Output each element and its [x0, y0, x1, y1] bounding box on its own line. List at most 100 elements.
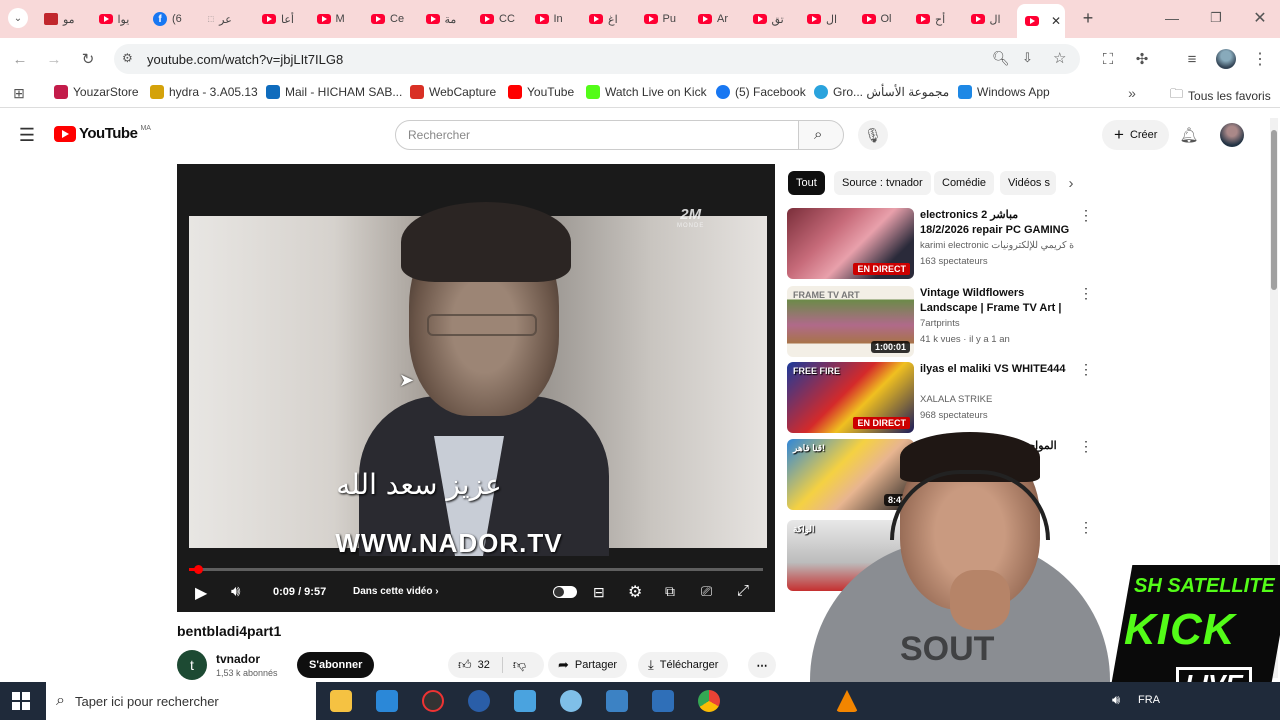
browser-tab[interactable]: In	[527, 6, 577, 32]
subtitles-icon[interactable]: ⊟	[593, 584, 605, 601]
browser-tab[interactable]: أح	[908, 6, 958, 32]
recommendation-item[interactable]: EN DIRECT electronics 2 مباشر 18/2/2026 r…	[787, 208, 1093, 280]
close-window-button[interactable]: ✕	[1250, 8, 1270, 28]
browser-tab[interactable]: مة	[418, 6, 468, 32]
bookmark-item[interactable]: Watch Live on Kick	[586, 85, 707, 99]
bookmark-item[interactable]: YouzarStore	[54, 85, 139, 99]
mail-app-icon[interactable]	[376, 690, 398, 712]
account-avatar[interactable]	[1220, 123, 1244, 147]
browser-menu-button[interactable]: ⋮	[1250, 49, 1270, 69]
in-video-chapters-button[interactable]: Dans cette vidéo ›	[353, 586, 439, 597]
browser-tab[interactable]: M	[309, 6, 359, 32]
filter-chip[interactable]: Vidéos s	[1000, 171, 1056, 195]
browser-tab[interactable]: مو	[36, 6, 86, 32]
browser-tab[interactable]: يوا	[91, 6, 141, 32]
more-bookmarks-button[interactable]: »	[1124, 84, 1140, 102]
media-app-icon[interactable]	[468, 690, 490, 712]
progress-knob[interactable]	[194, 565, 204, 574]
new-tab-button[interactable]: +	[1078, 8, 1098, 28]
browser-tab[interactable]: Pu	[636, 6, 686, 32]
youtube-logo[interactable]: YouTube MA	[54, 125, 151, 142]
calculator-icon[interactable]	[606, 690, 628, 712]
search-button[interactable]: ⌕	[798, 120, 844, 150]
voice-search-button[interactable]: 🎙︎	[858, 120, 888, 150]
bookmark-item[interactable]: Gro... مجموعة الأسأش	[814, 85, 949, 99]
network-app-icon[interactable]	[652, 690, 674, 712]
browser-tab[interactable]: اغ	[581, 6, 631, 32]
create-button[interactable]: + Créer	[1102, 120, 1170, 150]
volume-icon[interactable]: 🔊︎	[1112, 692, 1120, 708]
browser-tab[interactable]: Ar	[690, 6, 740, 32]
chips-next-button[interactable]: ›	[1062, 172, 1080, 194]
channel-avatar[interactable]: t	[177, 650, 207, 680]
bookmark-star-icon[interactable]: ☆	[1053, 49, 1066, 67]
input-language[interactable]: FRA	[1138, 694, 1160, 706]
play-icon[interactable]: ▶	[195, 583, 207, 603]
site-info-icon[interactable]: ⚙	[122, 51, 133, 65]
profile-avatar[interactable]	[1216, 49, 1236, 69]
autoplay-toggle[interactable]	[553, 586, 577, 598]
thumbs-down-icon[interactable]: 👎︎	[513, 657, 526, 673]
start-button[interactable]	[12, 692, 30, 710]
reload-button[interactable]: ↻	[78, 49, 98, 69]
minimize-button[interactable]: —	[1162, 8, 1182, 28]
cast-icon[interactable]: ⎚	[701, 583, 712, 600]
channel-name[interactable]: tvnador	[216, 652, 260, 666]
chrome-icon[interactable]	[698, 690, 720, 712]
zoom-icon[interactable]: 🔍︎	[992, 50, 1010, 67]
video-thumbnail[interactable]: EN DIRECT	[787, 208, 914, 279]
editor-app-icon[interactable]	[514, 690, 536, 712]
bookmark-item[interactable]: hydra - 3.A05.13	[150, 85, 258, 99]
recommendation-channel[interactable]: 7artprints	[920, 318, 960, 329]
paint-app-icon[interactable]	[560, 690, 582, 712]
browser-tab[interactable]: Ol	[854, 6, 904, 32]
browser-tab[interactable]: CC	[472, 6, 522, 32]
recommendation-item[interactable]: FRAME TV ART 1:00:01 Vintage Wildflowers L…	[787, 286, 1093, 358]
recommendation-title[interactable]: electronics 2 مباشر 18/2/2026 repair PC …	[920, 208, 1070, 238]
subscribe-button[interactable]: S'abonner	[297, 652, 375, 678]
settings-gear-icon[interactable]: ⚙	[628, 582, 642, 602]
video-player[interactable]: 2M MONDE عزيز سعد الله WWW.NADOR.TV ▶ 🔊︎…	[177, 164, 775, 612]
filter-chip[interactable]: Comédie	[934, 171, 995, 195]
browser-tab[interactable]: Ce	[363, 6, 413, 32]
apps-button[interactable]: ⊞	[10, 84, 28, 102]
miniplayer-icon[interactable]: ⧉	[665, 583, 675, 600]
progress-bar[interactable]	[189, 565, 763, 574]
back-button[interactable]: ←	[10, 49, 30, 69]
video-thumbnail[interactable]: FRAME TV ART 1:00:01	[787, 286, 914, 357]
filter-chip[interactable]: Tout	[788, 171, 825, 195]
browser-tab[interactable]: ✕	[1017, 4, 1065, 38]
share-button[interactable]: ➦ Partager	[548, 652, 628, 678]
volume-icon[interactable]: 🔊︎	[231, 583, 240, 600]
video-thumbnail[interactable]: FREE FIRE EN DIRECT	[787, 362, 914, 433]
taskbar-search[interactable]: ⌕ Taper ici pour rechercher	[46, 682, 316, 720]
recommendation-channel[interactable]: XALALA STRIKE	[920, 394, 992, 405]
like-button[interactable]: 👍︎ 32	[458, 657, 490, 673]
restore-button[interactable]: ❐	[1206, 8, 1226, 28]
filter-chip[interactable]: Source : tvnador	[834, 171, 931, 195]
recommendation-title[interactable]: ilyas el maliki VS WHITE444	[920, 362, 1070, 377]
file-explorer-icon[interactable]	[330, 690, 352, 712]
forward-button[interactable]: →	[44, 49, 64, 69]
guide-menu-button[interactable]: ☰	[16, 124, 38, 146]
more-vertical-icon[interactable]: ⋮	[1079, 362, 1093, 376]
close-tab-icon[interactable]: ✕	[1051, 14, 1061, 28]
browser-tab[interactable]: ⬚ عر	[200, 6, 250, 32]
search-input[interactable]: Rechercher	[395, 120, 799, 150]
more-vertical-icon[interactable]: ⋮	[1079, 208, 1093, 222]
bookmark-item[interactable]: YouTube	[508, 85, 574, 99]
install-app-icon[interactable]: ⇩	[1022, 50, 1033, 66]
screenshot-extension-button[interactable]: ⛶	[1098, 49, 1118, 69]
recommendation-title[interactable]: Vintage Wildflowers Landscape | Frame TV…	[920, 286, 1070, 316]
fullscreen-icon[interactable]: ⤢	[737, 582, 749, 599]
vlc-icon[interactable]	[836, 690, 858, 712]
scrollbar-thumb[interactable]	[1271, 130, 1277, 290]
browser-tab[interactable]: تق	[745, 6, 795, 32]
recommendation-item[interactable]: FREE FIRE EN DIRECT ilyas el maliki VS WHI…	[787, 362, 1093, 434]
browser-tab[interactable]: f (6	[145, 6, 195, 32]
media-controls-button[interactable]: ≡	[1182, 49, 1202, 69]
extensions-button[interactable]: ✣	[1132, 49, 1152, 69]
more-vertical-icon[interactable]: ⋮	[1079, 286, 1093, 300]
browser-tab[interactable]: ال	[799, 6, 849, 32]
tab-search-button[interactable]: ⌄	[8, 8, 28, 28]
